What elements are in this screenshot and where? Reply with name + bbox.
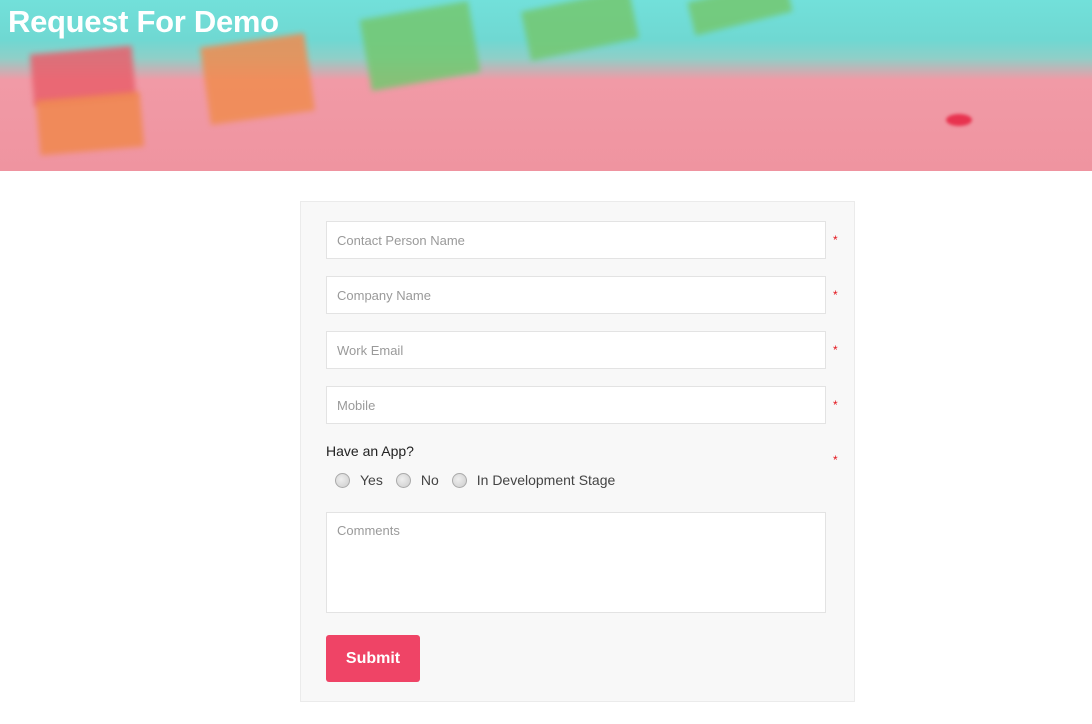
- mobile-input[interactable]: [326, 386, 826, 424]
- required-marker: *: [833, 288, 838, 302]
- banner-bar: [359, 0, 481, 92]
- required-marker: *: [833, 233, 838, 247]
- header-banner: Request For Demo: [0, 0, 1092, 171]
- have-app-radio-group: Yes No In Development Stage: [335, 472, 628, 488]
- contact-person-name-input[interactable]: [326, 221, 826, 259]
- have-app-label: Have an App?: [326, 443, 414, 459]
- banner-bar: [35, 91, 145, 156]
- radio-in-development-label[interactable]: In Development Stage: [477, 472, 616, 488]
- banner-legend-dot: [946, 114, 972, 126]
- work-email-input[interactable]: [326, 331, 826, 369]
- demo-request-form: * * * * Have an App? * Yes No In Develop…: [300, 201, 855, 702]
- page-title: Request For Demo: [8, 4, 279, 39]
- banner-bar: [687, 0, 793, 36]
- banner-bar: [521, 0, 639, 61]
- radio-no[interactable]: [395, 472, 411, 488]
- required-marker: *: [833, 343, 838, 357]
- required-marker: *: [833, 398, 838, 412]
- banner-bar: [200, 33, 315, 125]
- submit-button[interactable]: Submit: [326, 635, 420, 682]
- radio-in-development[interactable]: [451, 472, 467, 488]
- comments-textarea[interactable]: [326, 512, 826, 613]
- radio-yes-label[interactable]: Yes: [360, 472, 383, 488]
- company-name-input[interactable]: [326, 276, 826, 314]
- required-marker: *: [833, 453, 838, 467]
- radio-no-label[interactable]: No: [421, 472, 439, 488]
- radio-yes[interactable]: [335, 472, 350, 488]
